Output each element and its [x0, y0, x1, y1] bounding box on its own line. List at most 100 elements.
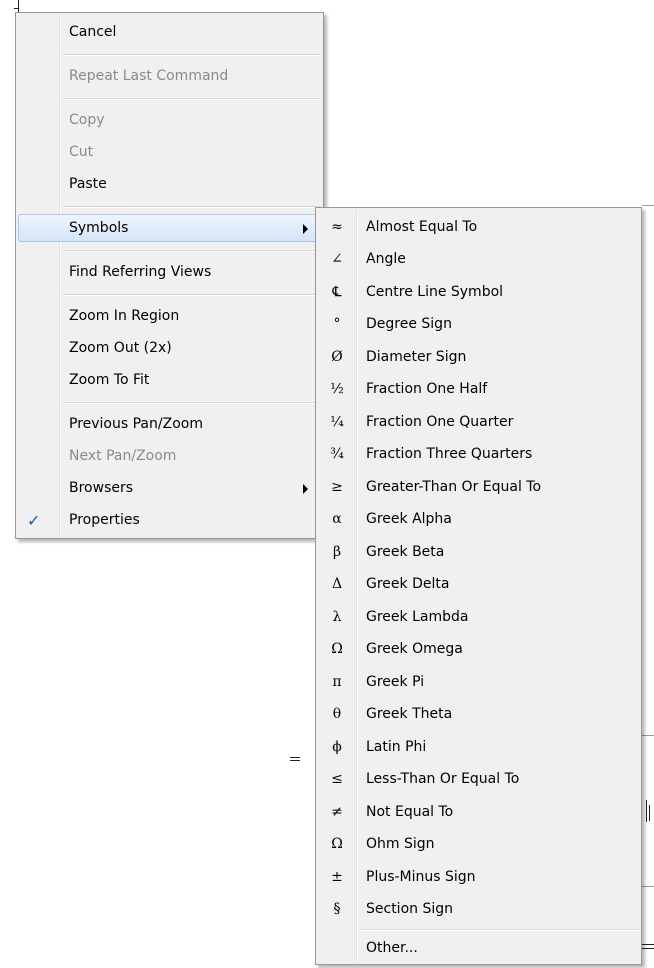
symbol-item-less-than-or-equal[interactable]: ≤ Less-Than Or Equal To: [318, 765, 639, 793]
menu-item-cut[interactable]: Cut: [18, 138, 321, 166]
symbol-item-label: Fraction Three Quarters: [366, 446, 533, 462]
phi-symbol-icon: ϕ: [332, 739, 342, 755]
symbol-item-greek-pi[interactable]: π Greek Pi: [318, 668, 639, 696]
menu-item-label: Browsers: [69, 480, 134, 496]
symbol-item-latin-phi[interactable]: ϕ Latin Phi: [318, 733, 639, 761]
symbol-item-label: Latin Phi: [366, 739, 427, 755]
symbol-item-label: Fraction One Half: [366, 381, 488, 397]
menu-item-label: Copy: [69, 112, 105, 128]
symbol-item-diameter-sign[interactable]: Ø Diameter Sign: [318, 343, 639, 371]
drawing-line: [642, 948, 654, 949]
pi-symbol-icon: π: [332, 674, 342, 690]
menu-item-next-pan-zoom[interactable]: Next Pan/Zoom: [18, 442, 321, 470]
symbol-item-section-sign[interactable]: § Section Sign: [318, 895, 639, 923]
symbol-item-degree-sign[interactable]: ° Degree Sign: [318, 310, 639, 338]
symbol-item-greek-lambda[interactable]: λ Greek Lambda: [318, 603, 639, 631]
menu-item-label: Symbols: [69, 220, 129, 236]
symbol-item-not-equal-to[interactable]: ≠ Not Equal To: [318, 798, 639, 826]
symbols-submenu: ≈ Almost Equal To ∠ Angle ℄ Centre Line …: [315, 207, 642, 965]
submenu-arrow-icon: [303, 224, 308, 234]
symbol-item-label: Degree Sign: [366, 316, 452, 332]
menu-item-find-referring-views[interactable]: Find Referring Views: [18, 258, 321, 286]
menu-item-label: Zoom To Fit: [69, 372, 150, 388]
symbol-item-greek-beta[interactable]: β Greek Beta: [318, 538, 639, 566]
drawing-line: [290, 757, 300, 758]
plus-minus-symbol-icon: ±: [331, 869, 343, 885]
symbol-item-label: Greek Delta: [366, 576, 450, 592]
not-equal-symbol-icon: ≠: [331, 804, 343, 820]
drawing-line: [290, 760, 300, 761]
symbol-item-label: Fraction One Quarter: [366, 414, 514, 430]
menu-item-browsers[interactable]: Browsers: [18, 474, 321, 502]
symbol-item-label: Greater-Than Or Equal To: [366, 479, 542, 495]
drawing-line: [642, 205, 654, 206]
drawing-line: [18, 0, 19, 12]
menu-item-label: Cancel: [69, 24, 117, 40]
menu-item-symbols[interactable]: Symbols: [18, 214, 321, 242]
menu-item-label: Repeat Last Command: [69, 68, 229, 84]
menu-item-paste[interactable]: Paste: [18, 170, 321, 198]
degree-symbol-icon: °: [333, 316, 341, 332]
symbol-item-greek-alpha[interactable]: α Greek Alpha: [318, 505, 639, 533]
menu-separator: [62, 402, 321, 403]
drawing-line: [642, 735, 654, 736]
symbol-item-label: Ohm Sign: [366, 836, 435, 852]
fraction-three-quarters-symbol-icon: ¾: [330, 446, 344, 462]
menu-separator: [62, 294, 321, 295]
alpha-symbol-icon: α: [332, 511, 342, 527]
menu-item-label: Find Referring Views: [69, 264, 212, 280]
symbol-item-fraction-one-half[interactable]: ½ Fraction One Half: [318, 375, 639, 403]
symbol-item-ohm-sign[interactable]: Ω Ohm Sign: [318, 830, 639, 858]
menu-item-label: Next Pan/Zoom: [69, 448, 177, 464]
symbol-item-label: Greek Alpha: [366, 511, 452, 527]
symbol-item-centre-line[interactable]: ℄ Centre Line Symbol: [318, 278, 639, 306]
menu-item-previous-pan-zoom[interactable]: Previous Pan/Zoom: [18, 410, 321, 438]
symbol-item-label: Greek Beta: [366, 544, 445, 560]
beta-symbol-icon: β: [332, 544, 342, 560]
menu-item-cancel[interactable]: Cancel: [18, 18, 321, 46]
menu-item-label: Paste: [69, 176, 107, 192]
symbol-item-label: Other...: [366, 940, 418, 956]
menu-item-zoom-to-fit[interactable]: Zoom To Fit: [18, 366, 321, 394]
drawing-line: [646, 800, 647, 822]
menu-item-label: Zoom In Region: [69, 308, 180, 324]
almost-equal-symbol-icon: ≈: [331, 219, 343, 235]
menu-separator: [359, 929, 639, 930]
symbol-item-label: Greek Omega: [366, 641, 463, 657]
symbol-item-label: Not Equal To: [366, 804, 454, 820]
symbol-item-fraction-three-quarters[interactable]: ¾ Fraction Three Quarters: [318, 440, 639, 468]
menu-item-copy[interactable]: Copy: [18, 106, 321, 134]
greater-equal-symbol-icon: ≥: [331, 479, 343, 495]
fraction-quarter-symbol-icon: ¼: [330, 414, 344, 430]
symbol-item-greek-delta[interactable]: Δ Greek Delta: [318, 570, 639, 598]
fraction-half-symbol-icon: ½: [330, 381, 344, 397]
centre-line-symbol-icon: ℄: [332, 284, 342, 300]
symbol-item-plus-minus-sign[interactable]: ± Plus-Minus Sign: [318, 863, 639, 891]
symbol-item-greater-than-or-equal[interactable]: ≥ Greater-Than Or Equal To: [318, 473, 639, 501]
menu-item-repeat-last-command[interactable]: Repeat Last Command: [18, 62, 321, 90]
symbol-item-almost-equal-to[interactable]: ≈ Almost Equal To: [318, 213, 639, 241]
symbol-item-label: Angle: [366, 251, 406, 267]
symbol-item-greek-theta[interactable]: θ Greek Theta: [318, 700, 639, 728]
symbol-item-other[interactable]: Other...: [318, 934, 639, 962]
drawing-canvas[interactable]: Cancel Repeat Last Command Copy Cut Past…: [0, 0, 654, 968]
omega-symbol-icon: Ω: [331, 641, 343, 657]
symbol-item-angle[interactable]: ∠ Angle: [318, 245, 639, 273]
menu-item-zoom-out[interactable]: Zoom Out (2x): [18, 334, 321, 362]
menu-item-label: Zoom Out (2x): [69, 340, 172, 356]
angle-symbol-icon: ∠: [331, 251, 343, 267]
symbol-item-label: Plus-Minus Sign: [366, 869, 476, 885]
diameter-symbol-icon: Ø: [331, 349, 343, 365]
lambda-symbol-icon: λ: [332, 609, 342, 625]
ohm-symbol-icon: Ω: [331, 836, 343, 852]
drawing-line: [642, 886, 654, 887]
symbol-item-fraction-one-quarter[interactable]: ¼ Fraction One Quarter: [318, 408, 639, 436]
drawing-line: [642, 944, 654, 945]
symbol-item-label: Section Sign: [366, 901, 454, 917]
section-symbol-icon: §: [333, 901, 341, 917]
symbol-item-label: Greek Lambda: [366, 609, 469, 625]
symbol-item-greek-omega[interactable]: Ω Greek Omega: [318, 635, 639, 663]
menu-item-zoom-in-region[interactable]: Zoom In Region: [18, 302, 321, 330]
symbol-item-label: Almost Equal To: [366, 219, 478, 235]
menu-item-properties[interactable]: ✓ Properties: [18, 506, 321, 534]
